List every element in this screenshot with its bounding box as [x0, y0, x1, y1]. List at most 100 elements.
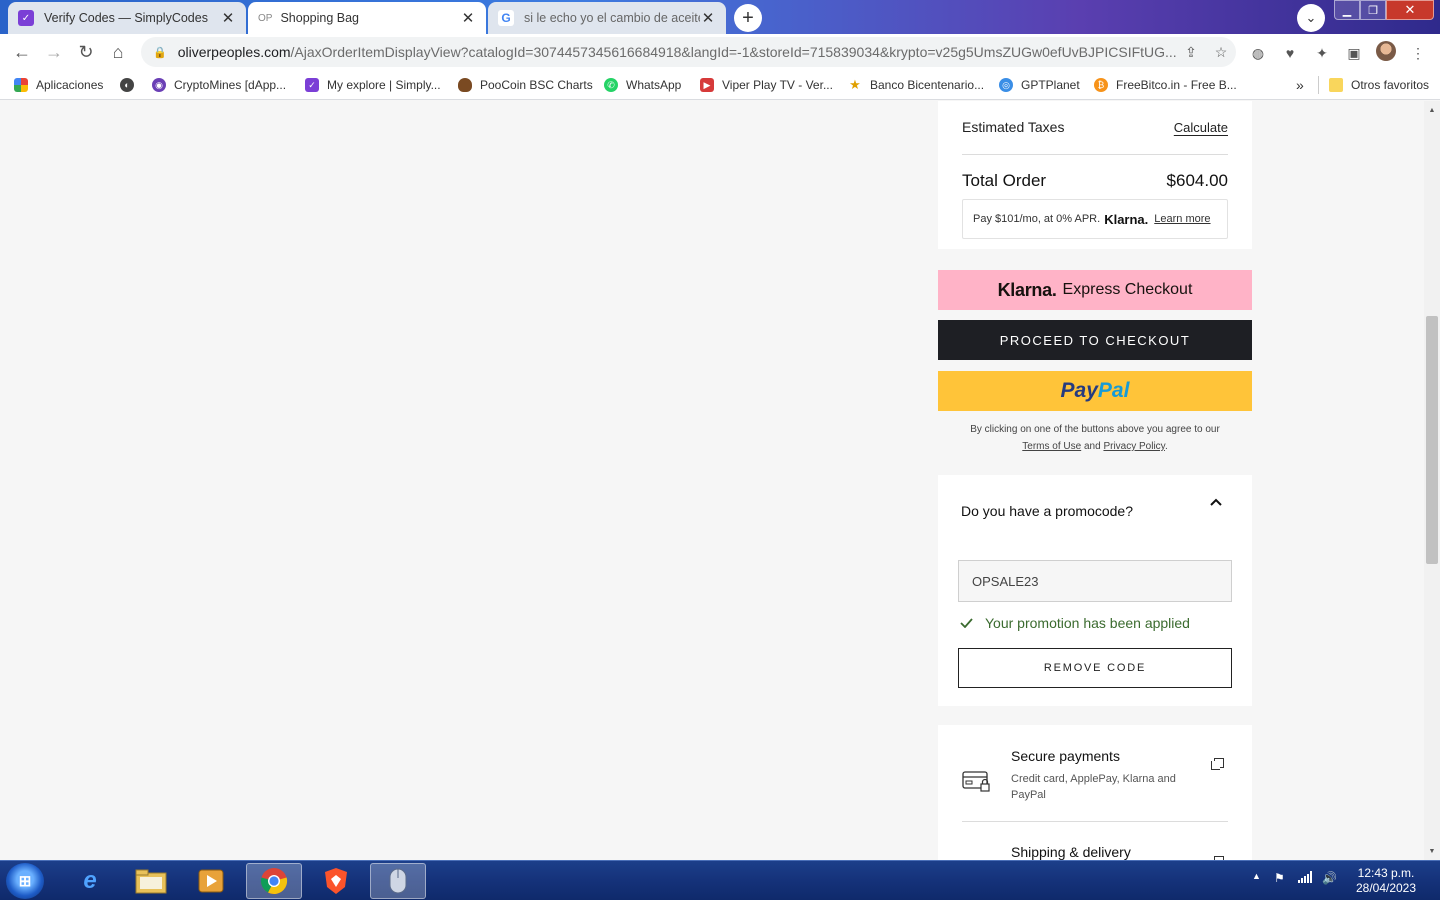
bookmark-banco-bicentenario[interactable]: ★ Banco Bicentenario...	[848, 76, 984, 94]
cryptomines-icon: ◉	[152, 78, 166, 92]
back-arrow-icon[interactable]: ←	[10, 40, 34, 64]
chevron-up-icon[interactable]	[1208, 494, 1224, 510]
reload-icon[interactable]: ↻	[74, 40, 98, 64]
minimize-window-icon[interactable]: ▁	[1334, 0, 1360, 20]
bookmark-viper-play[interactable]: ▶ Viper Play TV - Ver...	[700, 76, 833, 94]
apps-grid-icon	[14, 78, 28, 92]
check-icon	[960, 615, 974, 631]
close-icon[interactable]: ✕	[700, 9, 716, 27]
shipping-delivery-title: Shipping & delivery	[1011, 844, 1131, 860]
external-window-icon[interactable]	[1211, 758, 1224, 770]
promotion-applied-text: Your promotion has been applied	[985, 615, 1190, 631]
simplycodes-icon: ✓	[305, 78, 319, 92]
bookmark-label: Viper Play TV - Ver...	[722, 78, 833, 92]
order-summary: Estimated Taxes Calculate Total Order $6…	[938, 101, 1252, 249]
close-window-icon[interactable]: ✕	[1386, 0, 1434, 20]
bookmarks-more-chevron-icon[interactable]: »	[1296, 76, 1304, 94]
bookmark-label: My explore | Simply...	[327, 78, 441, 92]
calculate-link[interactable]: Calculate	[1174, 120, 1228, 135]
chrome-icon[interactable]	[246, 863, 302, 899]
privacy-policy-link[interactable]: Privacy Policy	[1103, 441, 1165, 452]
translate-globe-icon[interactable]: ◍	[1247, 42, 1269, 64]
remove-code-button[interactable]: REMOVE CODE	[958, 648, 1232, 688]
proceed-to-checkout-button[interactable]: PROCEED TO CHECKOUT	[938, 320, 1252, 360]
promocode-input[interactable]	[958, 560, 1232, 602]
menu-kebab-icon[interactable]: ⋮	[1407, 42, 1429, 64]
bookmark-label: PooCoin BSC Charts	[480, 78, 593, 92]
paypal-logo-pal: Pal	[1097, 379, 1130, 402]
klarna-financing-note: Pay $101/mo, at 0% APR. Klarna. Learn mo…	[962, 199, 1228, 239]
bookmark-cryptomines[interactable]: ◉ CryptoMines [dApp...	[152, 76, 286, 94]
learn-more-link[interactable]: Learn more	[1154, 213, 1210, 225]
oliver-peoples-icon: OP	[258, 12, 273, 24]
bookmark-freebitco[interactable]: ₿ FreeBitco.in - Free B...	[1094, 76, 1237, 94]
home-icon[interactable]: ⌂	[106, 40, 130, 64]
klarna-button-label: Express Checkout	[1062, 281, 1193, 298]
agreement-period: .	[1164, 441, 1168, 452]
scrollbar-thumb[interactable]	[1426, 316, 1438, 564]
summary-divider	[962, 154, 1228, 155]
bookmark-other-favorites[interactable]: Otros favoritos	[1318, 76, 1429, 94]
volume-speaker-icon[interactable]: 🔊	[1322, 871, 1337, 885]
close-icon[interactable]: ✕	[460, 9, 476, 27]
planet-icon: ◎	[999, 78, 1013, 92]
internet-explorer-icon[interactable]: e	[62, 863, 118, 899]
profile-avatar[interactable]	[1376, 41, 1396, 61]
checkout-agreement-text: By clicking on one of the buttons above …	[938, 421, 1252, 455]
heart-extension-icon[interactable]: ♥	[1279, 42, 1301, 64]
browser-toolbar: ← → ↻ ⌂ 🔒 oliverpeoples.com/AjaxOrderIte…	[0, 34, 1440, 70]
tab-google-search[interactable]: G si le echo yo el cambio de aceite ✕	[488, 2, 726, 34]
share-icon[interactable]: ⇪	[1176, 44, 1206, 61]
paypal-button[interactable]: Pay Pal	[938, 371, 1252, 411]
side-panel-icon[interactable]: ▣	[1343, 42, 1365, 64]
bookmark-label: WhatsApp	[626, 78, 682, 92]
lock-icon: 🔒	[153, 46, 167, 59]
page-scrollbar[interactable]: ▲ ▼	[1424, 101, 1440, 860]
total-order-value: $604.00	[1166, 171, 1228, 190]
media-player-icon[interactable]	[183, 863, 239, 899]
agreement-and: and	[1083, 441, 1101, 452]
show-hidden-icons-icon[interactable]: ▲	[1252, 871, 1261, 881]
close-icon[interactable]: ✕	[220, 9, 236, 27]
bookmark-aplicaciones[interactable]: Aplicaciones	[14, 76, 103, 94]
bitcoin-icon: ₿	[1094, 78, 1108, 92]
system-clock[interactable]: 12:43 p.m. 28/04/2023	[1346, 866, 1426, 896]
klarna-express-checkout-button[interactable]: Klarna. Express Checkout	[938, 270, 1252, 310]
mouse-app-icon[interactable]	[370, 863, 426, 899]
bookmark-my-explore[interactable]: ✓ My explore | Simply...	[305, 76, 441, 94]
bookmark-globe[interactable]: ◐	[120, 76, 142, 94]
browser-tab-strip: ✓ Verify Codes — SimplyCodes ✕ OP Shoppi…	[0, 0, 1440, 34]
promotion-applied-message: Your promotion has been applied	[960, 615, 1190, 631]
brave-browser-icon[interactable]	[308, 863, 364, 899]
new-tab-button[interactable]: +	[734, 4, 762, 32]
bookmarks-bar: Aplicaciones ◐ ◉ CryptoMines [dApp... ✓ …	[0, 70, 1440, 100]
restore-window-icon[interactable]: ❐	[1360, 0, 1386, 20]
secure-payments-description: Credit card, ApplePay, Klarna and PayPal	[1011, 773, 1176, 801]
file-explorer-icon[interactable]	[123, 863, 179, 899]
extensions-puzzle-icon[interactable]: ✦	[1311, 42, 1333, 64]
scroll-up-arrow-icon[interactable]: ▲	[1424, 103, 1440, 117]
url-text[interactable]: oliverpeoples.com/AjaxOrderItemDisplayVi…	[178, 44, 1176, 60]
scroll-down-arrow-icon[interactable]: ▼	[1424, 844, 1440, 858]
tab-search-chevron-icon[interactable]: ⌄	[1297, 4, 1325, 32]
tab-shopping-bag[interactable]: OP Shopping Bag ✕	[248, 2, 486, 34]
bookmark-gptplanet[interactable]: ◎ GPTPlanet	[999, 76, 1080, 94]
total-order-label: Total Order	[962, 171, 1047, 190]
promocode-panel: Do you have a promocode? Your promotion …	[938, 475, 1252, 706]
service-info-panel: Secure payments Credit card, ApplePay, K…	[938, 725, 1252, 860]
folder-icon	[1329, 78, 1343, 92]
bookmark-poocoin[interactable]: PooCoin BSC Charts	[458, 76, 593, 94]
network-signal-icon[interactable]	[1298, 871, 1312, 886]
tab-verify-codes[interactable]: ✓ Verify Codes — SimplyCodes ✕	[8, 2, 246, 34]
terms-of-use-link[interactable]: Terms of Use	[1022, 441, 1081, 452]
action-center-flag-icon[interactable]: ⚑	[1274, 871, 1285, 885]
bookmark-whatsapp[interactable]: ✆ WhatsApp	[604, 76, 681, 94]
globe-icon: ◐	[120, 78, 134, 92]
forward-arrow-icon[interactable]: →	[42, 40, 66, 64]
address-bar[interactable]: 🔒 oliverpeoples.com/AjaxOrderItemDisplay…	[141, 37, 1236, 67]
bookmark-star-icon[interactable]: ☆	[1206, 44, 1236, 61]
promocode-question: Do you have a promocode?	[961, 503, 1133, 519]
windows-start-button[interactable]: ⊞	[6, 863, 44, 899]
poocoin-icon	[458, 78, 472, 92]
paypal-logo-pay: Pay	[1060, 379, 1098, 402]
